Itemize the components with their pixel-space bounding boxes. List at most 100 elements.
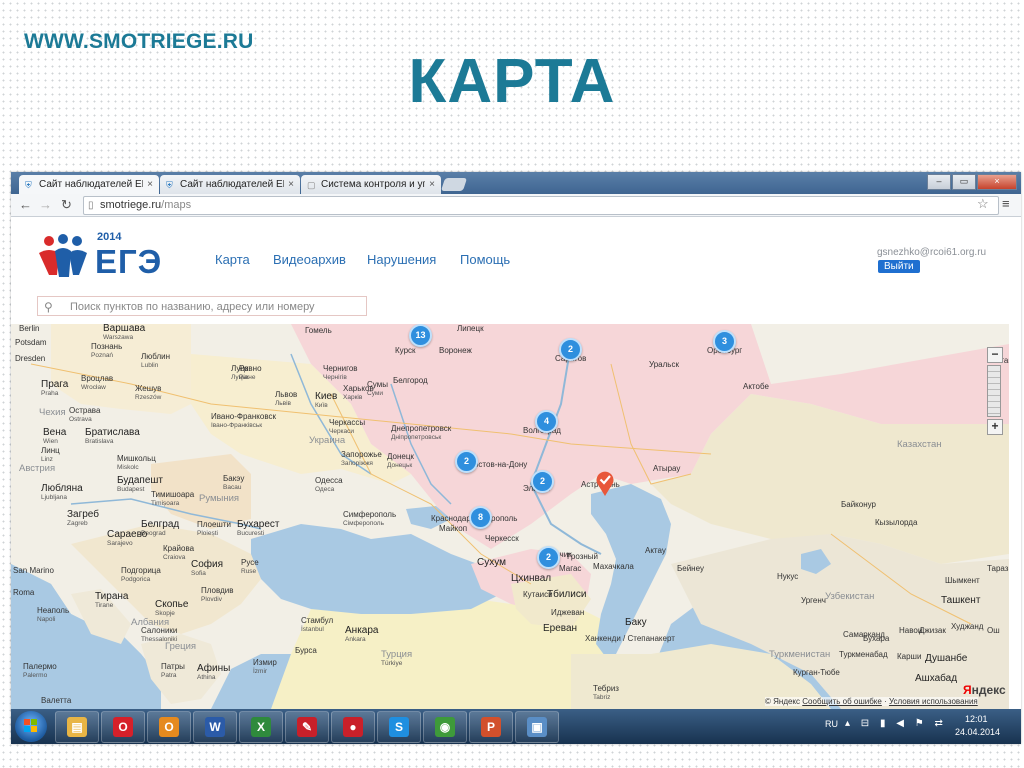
- language-indicator[interactable]: RU: [825, 719, 838, 729]
- map-label-text: Вроцлав: [81, 374, 114, 383]
- map-label: Загреб Zagreb: [67, 510, 99, 528]
- clock-time[interactable]: 12:01: [965, 714, 988, 724]
- new-tab-button[interactable]: [440, 178, 468, 191]
- map-label: Самарканд: [843, 630, 885, 639]
- map-cluster-marker[interactable]: 2: [559, 338, 582, 361]
- map-cluster-marker[interactable]: 2: [455, 450, 478, 473]
- shield-icon: ⛨: [166, 179, 173, 190]
- close-icon[interactable]: ×: [147, 179, 153, 190]
- taskbar-app-button[interactable]: O: [101, 711, 145, 743]
- map-cluster-marker[interactable]: 4: [535, 410, 558, 433]
- tray-icons[interactable]: ▴ ⊟ ▮ ◀ ⚑ ⇄: [845, 718, 947, 729]
- map-label: Атырау: [653, 464, 680, 473]
- map-label: Липецк: [457, 324, 484, 333]
- map-attribution: © Яндекс Сообщить об ошибке · Условия ис…: [765, 697, 978, 706]
- browser-menu-icon[interactable]: ≡: [1002, 196, 1010, 211]
- map-label: Киев Київ: [315, 392, 337, 410]
- map-label: Potsdam: [15, 338, 47, 347]
- search-input[interactable]: [68, 299, 362, 315]
- nav-video-archive[interactable]: Видеоархив: [273, 252, 346, 267]
- map-label: Русе Ruse: [241, 558, 259, 576]
- taskbar-app-button[interactable]: X: [239, 711, 283, 743]
- taskbar-app-button[interactable]: ✎: [285, 711, 329, 743]
- map-view[interactable]: Berlin Potsdam Dresden Варшава Warszawa Позна…: [11, 324, 1009, 709]
- map-label-text: Тбилиси: [547, 589, 587, 600]
- search-icon: ⚲: [44, 300, 53, 314]
- forward-arrow-icon[interactable]: →: [39, 197, 52, 212]
- map-label: Шымкент: [945, 576, 980, 585]
- map-label-text: Крайова: [163, 544, 195, 553]
- nav-map[interactable]: Карта: [215, 252, 250, 267]
- map-label: Крайова Craiova: [163, 544, 194, 562]
- user-email: gsnezhko@rcoi61.org.ru: [877, 247, 987, 258]
- map-label: Сараево Sarajevo: [107, 530, 147, 548]
- minimize-button[interactable]: –: [927, 174, 951, 190]
- close-window-button[interactable]: ×: [977, 174, 1017, 190]
- map-label-text: Белгород: [393, 376, 428, 385]
- shield-icon: ⛨: [25, 179, 32, 190]
- check-marker-icon[interactable]: [595, 469, 615, 497]
- map-label: Пловдив Plovdiv: [201, 586, 234, 604]
- terms-link[interactable]: Условия использования: [889, 697, 978, 706]
- taskbar-app-button[interactable]: S: [377, 711, 421, 743]
- map-label-text: Плоешти: [197, 520, 231, 529]
- map-label: Тбилиси: [547, 589, 587, 600]
- map-label-sub: Чернігів: [323, 374, 347, 381]
- map-label-text: Греция: [165, 641, 197, 652]
- map-label-sub: İstanbul: [301, 626, 324, 633]
- tab-site-observers-2[interactable]: ⛨ Сайт наблюдателей ЕГЭ- ×: [160, 175, 300, 194]
- report-error-link[interactable]: Сообщить об ошибке: [802, 697, 882, 706]
- powerpoint-icon: P: [481, 717, 501, 737]
- start-button[interactable]: [15, 711, 47, 742]
- map-label-text: Чернигов: [323, 364, 358, 373]
- map-label: Кызылорда: [875, 518, 917, 527]
- yandex-logo[interactable]: Яндекс: [963, 683, 1006, 697]
- back-arrow-icon[interactable]: ←: [19, 197, 32, 212]
- map-label-text: Цхинвал: [511, 573, 552, 584]
- tab-control-system[interactable]: ▢ Система контроля и упр ×: [301, 175, 441, 194]
- map-label: Berlin: [19, 324, 39, 333]
- map-label-text: Кызылорда: [875, 518, 918, 527]
- taskbar-app-button[interactable]: ▣: [515, 711, 559, 743]
- taskbar-app-button[interactable]: O: [147, 711, 191, 743]
- taskbar-app-button[interactable]: P: [469, 711, 513, 743]
- taskbar-app-button[interactable]: W: [193, 711, 237, 743]
- map-label-sub: Palermo: [23, 672, 48, 679]
- map-label-text: Измир: [253, 658, 277, 667]
- map-cluster-marker[interactable]: 2: [531, 470, 554, 493]
- map-label-text: Тараз: [987, 564, 1009, 573]
- taskbar-app-button[interactable]: ◉: [423, 711, 467, 743]
- map-cluster-marker[interactable]: 8: [469, 506, 492, 529]
- map-label: Курган-Тюбе: [793, 668, 840, 677]
- logout-button[interactable]: Выйти: [878, 260, 920, 273]
- map-label-text: Валетта: [41, 696, 72, 705]
- zoom-in-button[interactable]: +: [987, 419, 1003, 435]
- map-cluster-marker[interactable]: 2: [537, 546, 560, 569]
- map-label-sub: Timișoara: [151, 500, 180, 507]
- map-label-text: Черкесск: [485, 534, 519, 543]
- map-cluster-marker[interactable]: 13: [409, 324, 432, 347]
- map-cluster-marker[interactable]: 3: [713, 330, 736, 353]
- close-icon[interactable]: ×: [288, 179, 294, 190]
- map-label: Грозный: [567, 552, 598, 561]
- nav-violations[interactable]: Нарушения: [367, 252, 436, 267]
- bookmark-star-icon[interactable]: ☆: [977, 196, 989, 212]
- map-label: Черкассы Черкаси: [329, 418, 365, 436]
- reload-icon[interactable]: ↻: [61, 197, 72, 213]
- map-label-text: Львов: [275, 390, 298, 399]
- clock-date[interactable]: 24.04.2014: [955, 727, 1000, 737]
- address-bar[interactable]: ▯ smotriege.ru/maps: [83, 196, 999, 215]
- zoom-slider[interactable]: [987, 365, 1001, 417]
- map-label-sub: Ploiești: [197, 530, 218, 537]
- tab-site-observers[interactable]: ⛨ Сайт наблюдателей ЕГЭ ×: [19, 175, 159, 194]
- taskbar-app-button[interactable]: ●: [331, 711, 375, 743]
- window-controls: – ▭ ×: [926, 174, 1017, 190]
- map-label: Острава Ostrava: [69, 406, 100, 424]
- map-label-text: Душанбе: [925, 653, 968, 664]
- zoom-out-button[interactable]: −: [987, 347, 1003, 363]
- close-icon[interactable]: ×: [429, 179, 435, 190]
- map-label-sub: Türkiye: [381, 660, 403, 667]
- taskbar-app-button[interactable]: ▤: [55, 711, 99, 743]
- maximize-button[interactable]: ▭: [952, 174, 976, 190]
- nav-help[interactable]: Помощь: [460, 252, 510, 267]
